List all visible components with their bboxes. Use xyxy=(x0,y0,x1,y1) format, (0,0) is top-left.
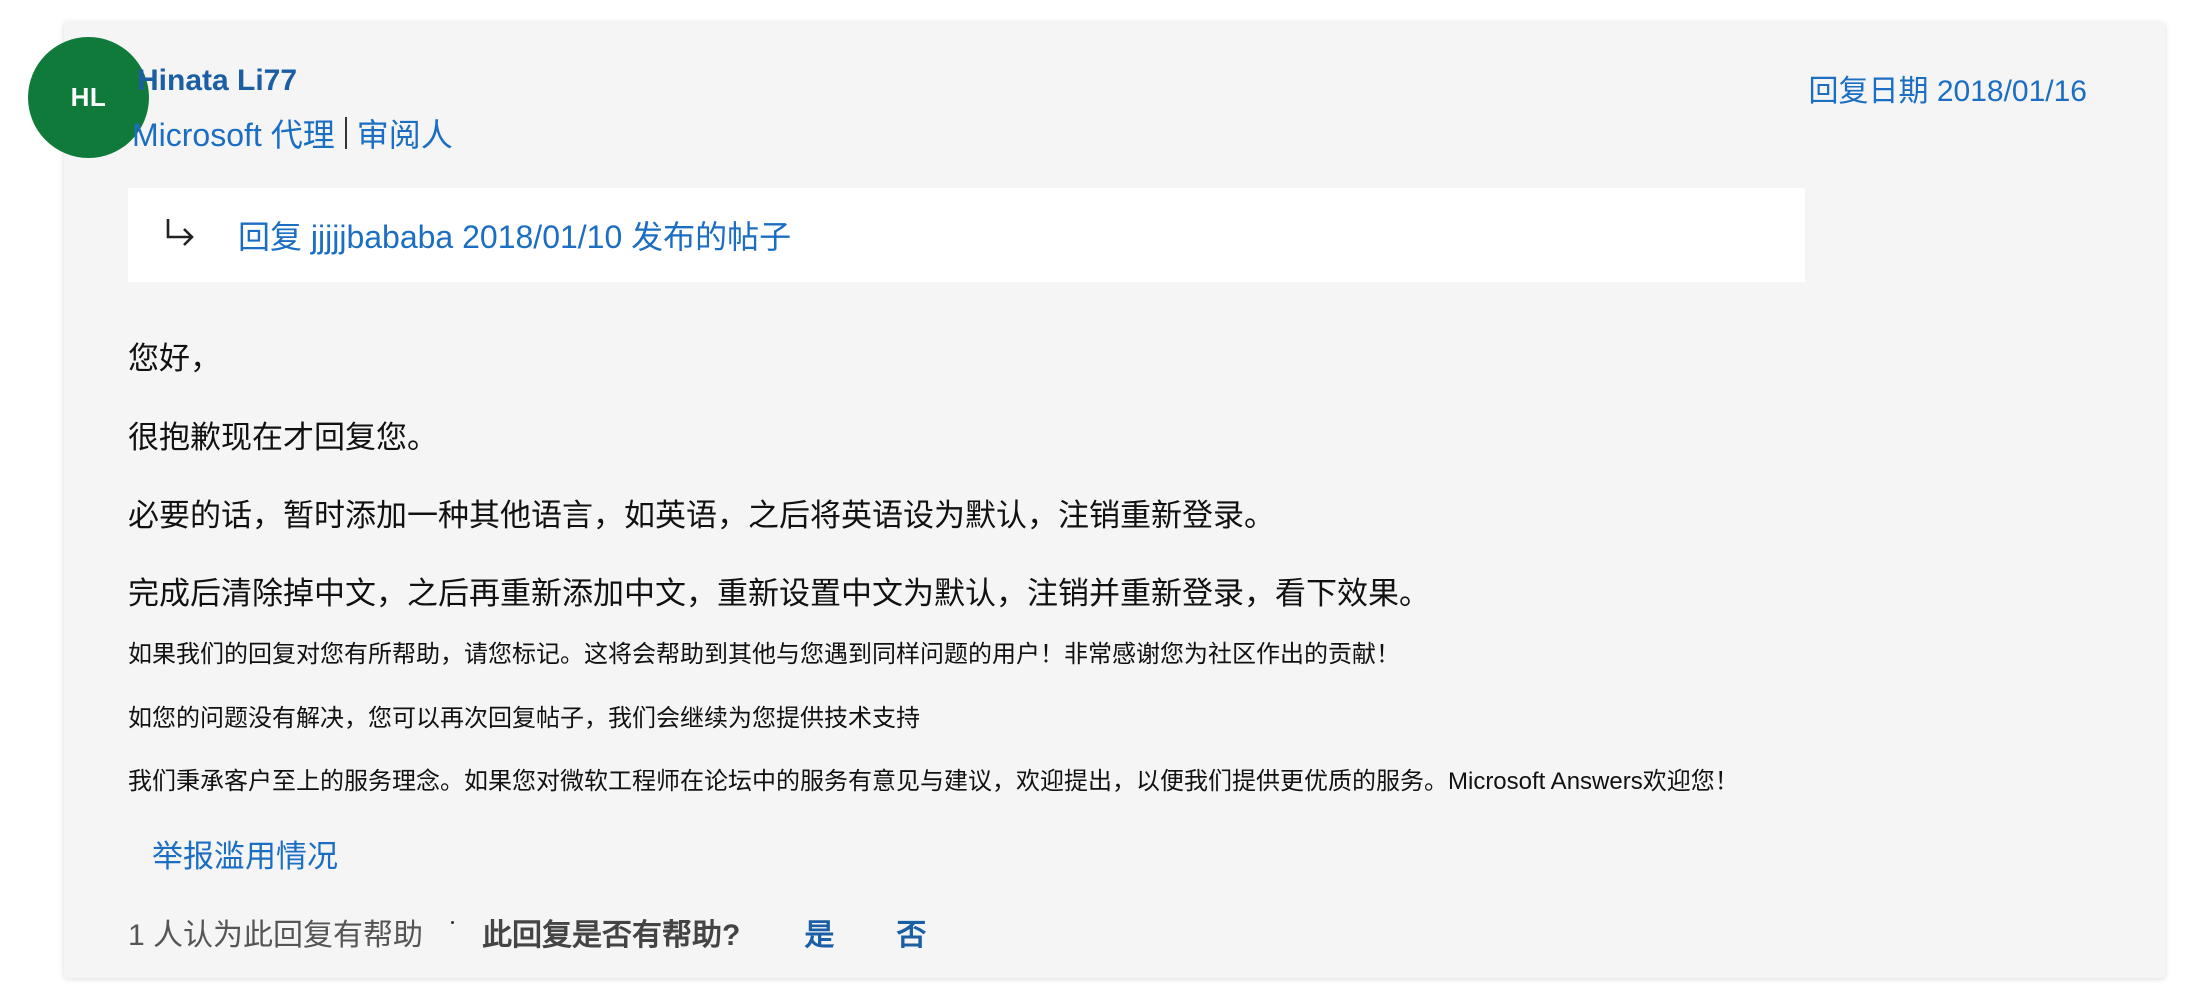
reply-arrow-icon xyxy=(166,219,194,246)
body-line-1: 很抱歉现在才回复您。 xyxy=(128,420,438,455)
reply-to-box: 回复 jjjjjbababa 2018/01/10 发布的帖子 xyxy=(128,188,1805,282)
body-greeting: 您好， xyxy=(128,341,221,376)
role-separator xyxy=(344,117,347,149)
role-microsoft-agent[interactable]: Microsoft 代理 xyxy=(132,110,335,156)
vote-yes-button[interactable]: 是 xyxy=(804,910,834,954)
helpful-count: 1 人认为此回复有帮助 xyxy=(128,919,424,952)
signature-line-2: 如您的问题没有解决，您可以再次回复帖子，我们会继续为您提供技术支持 xyxy=(128,705,920,732)
avatar[interactable]: HL xyxy=(28,37,149,158)
signature-line-1: 如果我们的回复对您有所帮助，请您标记。这将会帮助到其他与您遇到同样问题的用户！非… xyxy=(128,641,1400,668)
report-abuse-link[interactable]: 举报滥用情况 xyxy=(152,831,338,876)
vote-no-button[interactable]: 否 xyxy=(896,910,926,954)
helpful-question: 此回复是否有帮助? xyxy=(482,919,741,952)
signature-line-3: 我们秉承客户至上的服务理念。如果您对微软工程师在论坛中的服务有意见与建议，欢迎提… xyxy=(128,768,1739,795)
helpful-row: 1 人认为此回复有帮助 此回复是否有帮助? 是 否 xyxy=(128,912,926,952)
reply-date: 回复日期 2018/01/16 xyxy=(1808,75,2087,108)
role-reviewer[interactable]: 审阅人 xyxy=(357,110,453,156)
separator-dot xyxy=(451,920,455,924)
body-line-2: 必要的话，暂时添加一种其他语言，如英语，之后将英语设为默认，注销重新登录。 xyxy=(128,498,1275,533)
reply-to-link[interactable]: 回复 jjjjjbababa 2018/01/10 发布的帖子 xyxy=(238,212,791,258)
author-roles: Microsoft 代理 审阅人 xyxy=(132,110,453,156)
author-name[interactable]: Hinata Li77 xyxy=(137,64,297,98)
avatar-initials: HL xyxy=(70,82,107,112)
body-line-3: 完成后清除掉中文，之后再重新添加中文，重新设置中文为默认，注销并重新登录，看下效… xyxy=(128,576,1430,611)
